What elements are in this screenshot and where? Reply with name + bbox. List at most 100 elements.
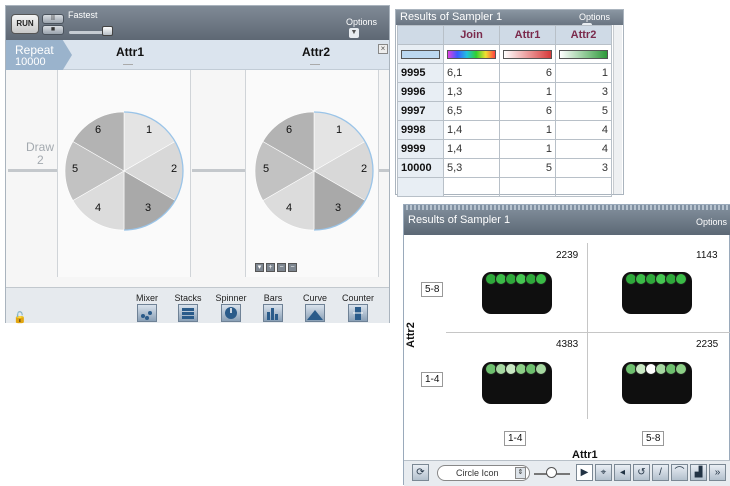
- attr2-cell[interactable]: 1: [555, 63, 612, 83]
- row-index: 9995: [397, 63, 444, 83]
- table-row[interactable]: 9997 6,5 6 5: [397, 101, 612, 121]
- attr1-cell[interactable]: 5: [499, 158, 556, 178]
- table-row[interactable]: 9998 1,4 1 4: [397, 120, 612, 140]
- x-category-label[interactable]: 1-4: [504, 431, 527, 446]
- connector-line: [8, 169, 60, 172]
- hand-tool-icon[interactable]: ⌖: [595, 464, 612, 481]
- swatch-cell: [443, 44, 500, 64]
- empty-cell[interactable]: [499, 177, 556, 197]
- attr1-cell[interactable]: 6: [499, 101, 556, 121]
- stop-button[interactable]: ■: [42, 25, 64, 35]
- row-index: 9998: [397, 120, 444, 140]
- swatch-row: [397, 44, 612, 64]
- attr2-cell[interactable]: 5: [555, 101, 612, 121]
- spinner-pie-attr1[interactable]: [64, 111, 184, 231]
- attr1-cell[interactable]: 6: [499, 63, 556, 83]
- column-header[interactable]: Join: [443, 25, 500, 45]
- repeat-value[interactable]: 10000: [15, 56, 46, 68]
- red-gradient-swatch: [503, 49, 552, 59]
- lock-icon[interactable]: 🔓: [13, 311, 27, 324]
- attr1-cell[interactable]: 1: [499, 120, 556, 140]
- column-header[interactable]: Attr1: [499, 25, 556, 45]
- empty-cell[interactable]: [555, 177, 612, 197]
- add-slice-button[interactable]: +: [266, 263, 275, 272]
- pause-button[interactable]: II: [42, 14, 64, 24]
- bars-icon[interactable]: [263, 304, 283, 322]
- device-menu-button[interactable]: ▾: [255, 263, 264, 272]
- divider-tool-icon[interactable]: ◂: [614, 464, 631, 481]
- swatch-cell: [555, 44, 612, 64]
- vertical-scrollbar[interactable]: [613, 25, 622, 194]
- column-header[interactable]: Attr2: [555, 25, 612, 45]
- counter-icon[interactable]: [348, 304, 368, 322]
- results-grid[interactable]: Join Attr1 Attr2 9995 6,1 6 1 9996 1,3 1…: [397, 25, 612, 197]
- y-category-label[interactable]: 1-4: [421, 372, 444, 387]
- table-row[interactable]: 9999 1,4 1 4: [397, 139, 612, 159]
- attr2-title[interactable]: Attr2: [302, 45, 330, 59]
- header-row: Join Attr1 Attr2: [397, 25, 612, 45]
- join-cell[interactable]: 6,1: [443, 63, 500, 83]
- remove-slice-button[interactable]: −: [277, 263, 286, 272]
- empty-cell[interactable]: [443, 177, 500, 197]
- case-icons-bottom-right[interactable]: [622, 362, 692, 404]
- icon-type-value: Circle Icon: [456, 468, 499, 478]
- x-category-label[interactable]: 5-8: [642, 431, 665, 446]
- speed-label: Fastest: [68, 10, 98, 20]
- sampler-options-button[interactable]: Options▼: [346, 17, 389, 38]
- join-cell[interactable]: 1,4: [443, 120, 500, 140]
- y-category-label[interactable]: 5-8: [421, 282, 444, 297]
- row-index: 9996: [397, 82, 444, 102]
- pointer-tool-icon[interactable]: ▶: [576, 464, 593, 481]
- draw-value[interactable]: 2: [37, 153, 44, 167]
- attr1-cell[interactable]: 1: [499, 82, 556, 102]
- spinner-label: 1: [146, 124, 153, 136]
- run-button[interactable]: RUN: [11, 14, 39, 34]
- attr2-cell[interactable]: 3: [555, 158, 612, 178]
- ruler-tool-icon[interactable]: ▟: [690, 464, 707, 481]
- close-icon[interactable]: ×: [378, 44, 388, 54]
- spinner-label: 3: [335, 202, 342, 214]
- attr2-cell[interactable]: 4: [555, 139, 612, 159]
- spinner-label: 6: [95, 124, 102, 136]
- spinner-pie-attr2[interactable]: [254, 111, 374, 231]
- count-bottom-left: 4383: [556, 339, 579, 350]
- size-slider-handle[interactable]: [546, 467, 557, 478]
- join-cell[interactable]: 5,3: [443, 158, 500, 178]
- table-row[interactable]: 10000 5,3 5 3: [397, 158, 612, 178]
- chevron-down-icon: ▼: [349, 27, 359, 38]
- spinner-label: 4: [95, 202, 102, 214]
- more-tools-icon[interactable]: »: [709, 464, 726, 481]
- row-index: 9997: [397, 101, 444, 121]
- draw-tool-icon[interactable]: /: [652, 464, 669, 481]
- stacks-icon[interactable]: [178, 304, 198, 322]
- join-cell[interactable]: 1,4: [443, 139, 500, 159]
- attr2-cell[interactable]: 4: [555, 120, 612, 140]
- connector-line: [378, 169, 389, 172]
- case-icons-top-right[interactable]: [622, 272, 692, 314]
- join-cell[interactable]: 1,3: [443, 82, 500, 102]
- mixer-icon[interactable]: [137, 304, 157, 322]
- case-icons-top-left[interactable]: [482, 272, 552, 314]
- case-icons-bottom-left[interactable]: [482, 362, 552, 404]
- spinner-label: 3: [145, 202, 152, 214]
- attr1-cell[interactable]: 1: [499, 139, 556, 159]
- spinner-label: 4: [286, 202, 293, 214]
- graph-options-button[interactable]: Options: [696, 217, 727, 227]
- spinner-icon[interactable]: [221, 304, 241, 322]
- table-row[interactable]: 9995 6,1 6 1: [397, 63, 612, 83]
- empty-row[interactable]: [397, 177, 612, 197]
- table-row[interactable]: 9996 1,3 1 3: [397, 82, 612, 102]
- curve-tool-icon[interactable]: ⌒: [671, 464, 688, 481]
- attr2-cell[interactable]: 3: [555, 82, 612, 102]
- spinner-label: 5: [72, 163, 79, 175]
- speed-slider-handle[interactable]: [102, 26, 113, 36]
- reference-line-icon[interactable]: ↺: [633, 464, 650, 481]
- y-axis-label[interactable]: Attr2: [405, 322, 417, 348]
- join-cell[interactable]: 6,5: [443, 101, 500, 121]
- refresh-icon[interactable]: ⟳: [412, 464, 429, 481]
- icon-type-select[interactable]: Circle Icon ⇕: [437, 465, 530, 481]
- graph-window: Results of Sampler 1 Options 2239 1143 4…: [403, 204, 730, 486]
- curve-icon[interactable]: [305, 304, 325, 322]
- attr1-title[interactable]: Attr1: [116, 45, 144, 59]
- remove-device-button[interactable]: −: [288, 263, 297, 272]
